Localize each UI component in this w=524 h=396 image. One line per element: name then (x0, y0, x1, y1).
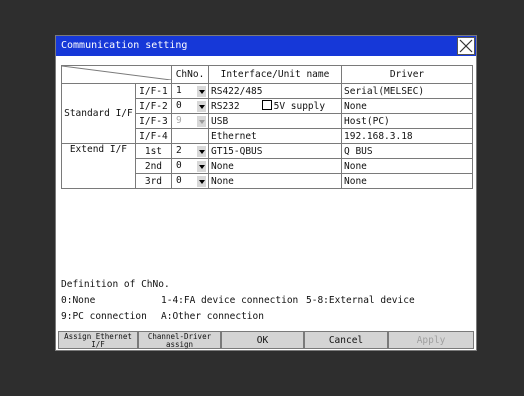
button-bar: Assign Ethernet I/F Channel-Driver assig… (58, 331, 474, 349)
if-label: I/F-1 (134, 83, 173, 99)
driver-cell[interactable]: Q BUS (341, 143, 473, 159)
communication-setting-dialog: Communication setting ChNo. Interface/Un… (55, 35, 477, 351)
driver-cell[interactable]: None (341, 158, 473, 174)
dropdown-arrow-icon[interactable] (197, 161, 206, 172)
close-icon (459, 39, 473, 53)
driver-cell[interactable]: None (341, 173, 473, 189)
legend-fa-device: 1-4:FA device connection (161, 295, 299, 306)
group-extend-label: Extend I/F (61, 143, 136, 189)
channel-driver-assign-button[interactable]: Channel-Driver assign (138, 331, 221, 349)
driver-cell[interactable]: Host(PC) (341, 113, 473, 129)
unit-name-cell[interactable]: GT15-QBUS (208, 143, 342, 159)
assign-ethernet-button[interactable]: Assign Ethernet I/F (58, 331, 138, 349)
dialog-title: Communication setting (61, 40, 188, 51)
header-driver: Driver (341, 65, 473, 84)
communication-table: ChNo. Interface/Unit name Driver Standar… (61, 65, 473, 189)
unit-name-cell[interactable]: Ethernet (208, 128, 342, 144)
chno-value: 9 (176, 115, 182, 126)
if-label: 2nd (134, 158, 173, 174)
legend-external-device: 5-8:External device (306, 295, 415, 306)
header-diagonal-cell (61, 65, 172, 84)
chno-dropdown[interactable]: 0 (171, 98, 209, 114)
chno-dropdown[interactable]: 2 (171, 143, 209, 159)
unit-name-text: RS232 (211, 101, 240, 112)
chno-dropdown[interactable]: 0 (171, 158, 209, 174)
dropdown-arrow-icon[interactable] (197, 101, 206, 112)
chno-dropdown-disabled: 9 (171, 113, 209, 129)
driver-cell[interactable]: None (341, 98, 473, 114)
5v-supply-label: 5V supply (273, 101, 326, 112)
legend-other-connection: A:Other connection (161, 311, 264, 322)
unit-name-cell[interactable]: USB (208, 113, 342, 129)
if-label: 3rd (134, 173, 173, 189)
if-label: I/F-2 (134, 98, 173, 114)
if-label: 1st (134, 143, 173, 159)
if-label: I/F-4 (134, 128, 173, 144)
unit-name-cell[interactable]: None (208, 173, 342, 189)
dialog-titlebar: Communication setting (56, 36, 476, 56)
header-interface: Interface/Unit name (208, 65, 342, 84)
if-label: I/F-3 (134, 113, 173, 129)
legend-none: 0:None (61, 295, 96, 306)
5v-supply-checkbox[interactable] (261, 100, 272, 110)
chno-value: 2 (176, 145, 182, 156)
group-standard-label: Standard I/F (61, 83, 136, 144)
close-button[interactable] (457, 37, 475, 55)
chno-dropdown[interactable]: 1 (171, 83, 209, 99)
chno-value: 0 (176, 100, 182, 111)
unit-name-cell[interactable]: None (208, 158, 342, 174)
header-chno: ChNo. (171, 65, 209, 84)
dropdown-arrow-icon (197, 116, 206, 127)
dropdown-arrow-icon[interactable] (197, 86, 206, 97)
ok-button[interactable]: OK (221, 331, 304, 349)
dropdown-arrow-icon[interactable] (197, 146, 206, 157)
table-row: Standard I/F I/F-1 1 RS422/485 Serial(ME… (61, 83, 473, 144)
diagonal-line (62, 66, 171, 81)
table-header-row: ChNo. Interface/Unit name Driver (61, 65, 473, 84)
unit-name-cell[interactable]: RS232 5V supply (208, 98, 342, 114)
driver-cell[interactable]: Serial(MELSEC) (341, 83, 473, 99)
chno-value: 0 (176, 175, 182, 186)
chno-value: 1 (176, 85, 182, 96)
table-row: Extend I/F 1st 2 GT15-QBUS Q BUS (61, 143, 473, 189)
assign-ethernet-label-2: I/F (91, 339, 105, 349)
channel-driver-label-2: assign (165, 339, 194, 349)
legend-pc-connection: 9:PC connection (61, 311, 147, 322)
chno-dropdown[interactable]: 0 (171, 173, 209, 189)
legend-title: Definition of ChNo. (61, 279, 170, 290)
unit-name-cell[interactable]: RS422/485 (208, 83, 342, 99)
cancel-button[interactable]: Cancel (304, 331, 388, 349)
chno-value: 0 (176, 160, 182, 171)
dropdown-arrow-icon[interactable] (197, 176, 206, 187)
chno-empty-cell (171, 128, 209, 144)
driver-cell[interactable]: 192.168.3.18 (341, 128, 473, 144)
apply-button: Apply (388, 331, 474, 349)
